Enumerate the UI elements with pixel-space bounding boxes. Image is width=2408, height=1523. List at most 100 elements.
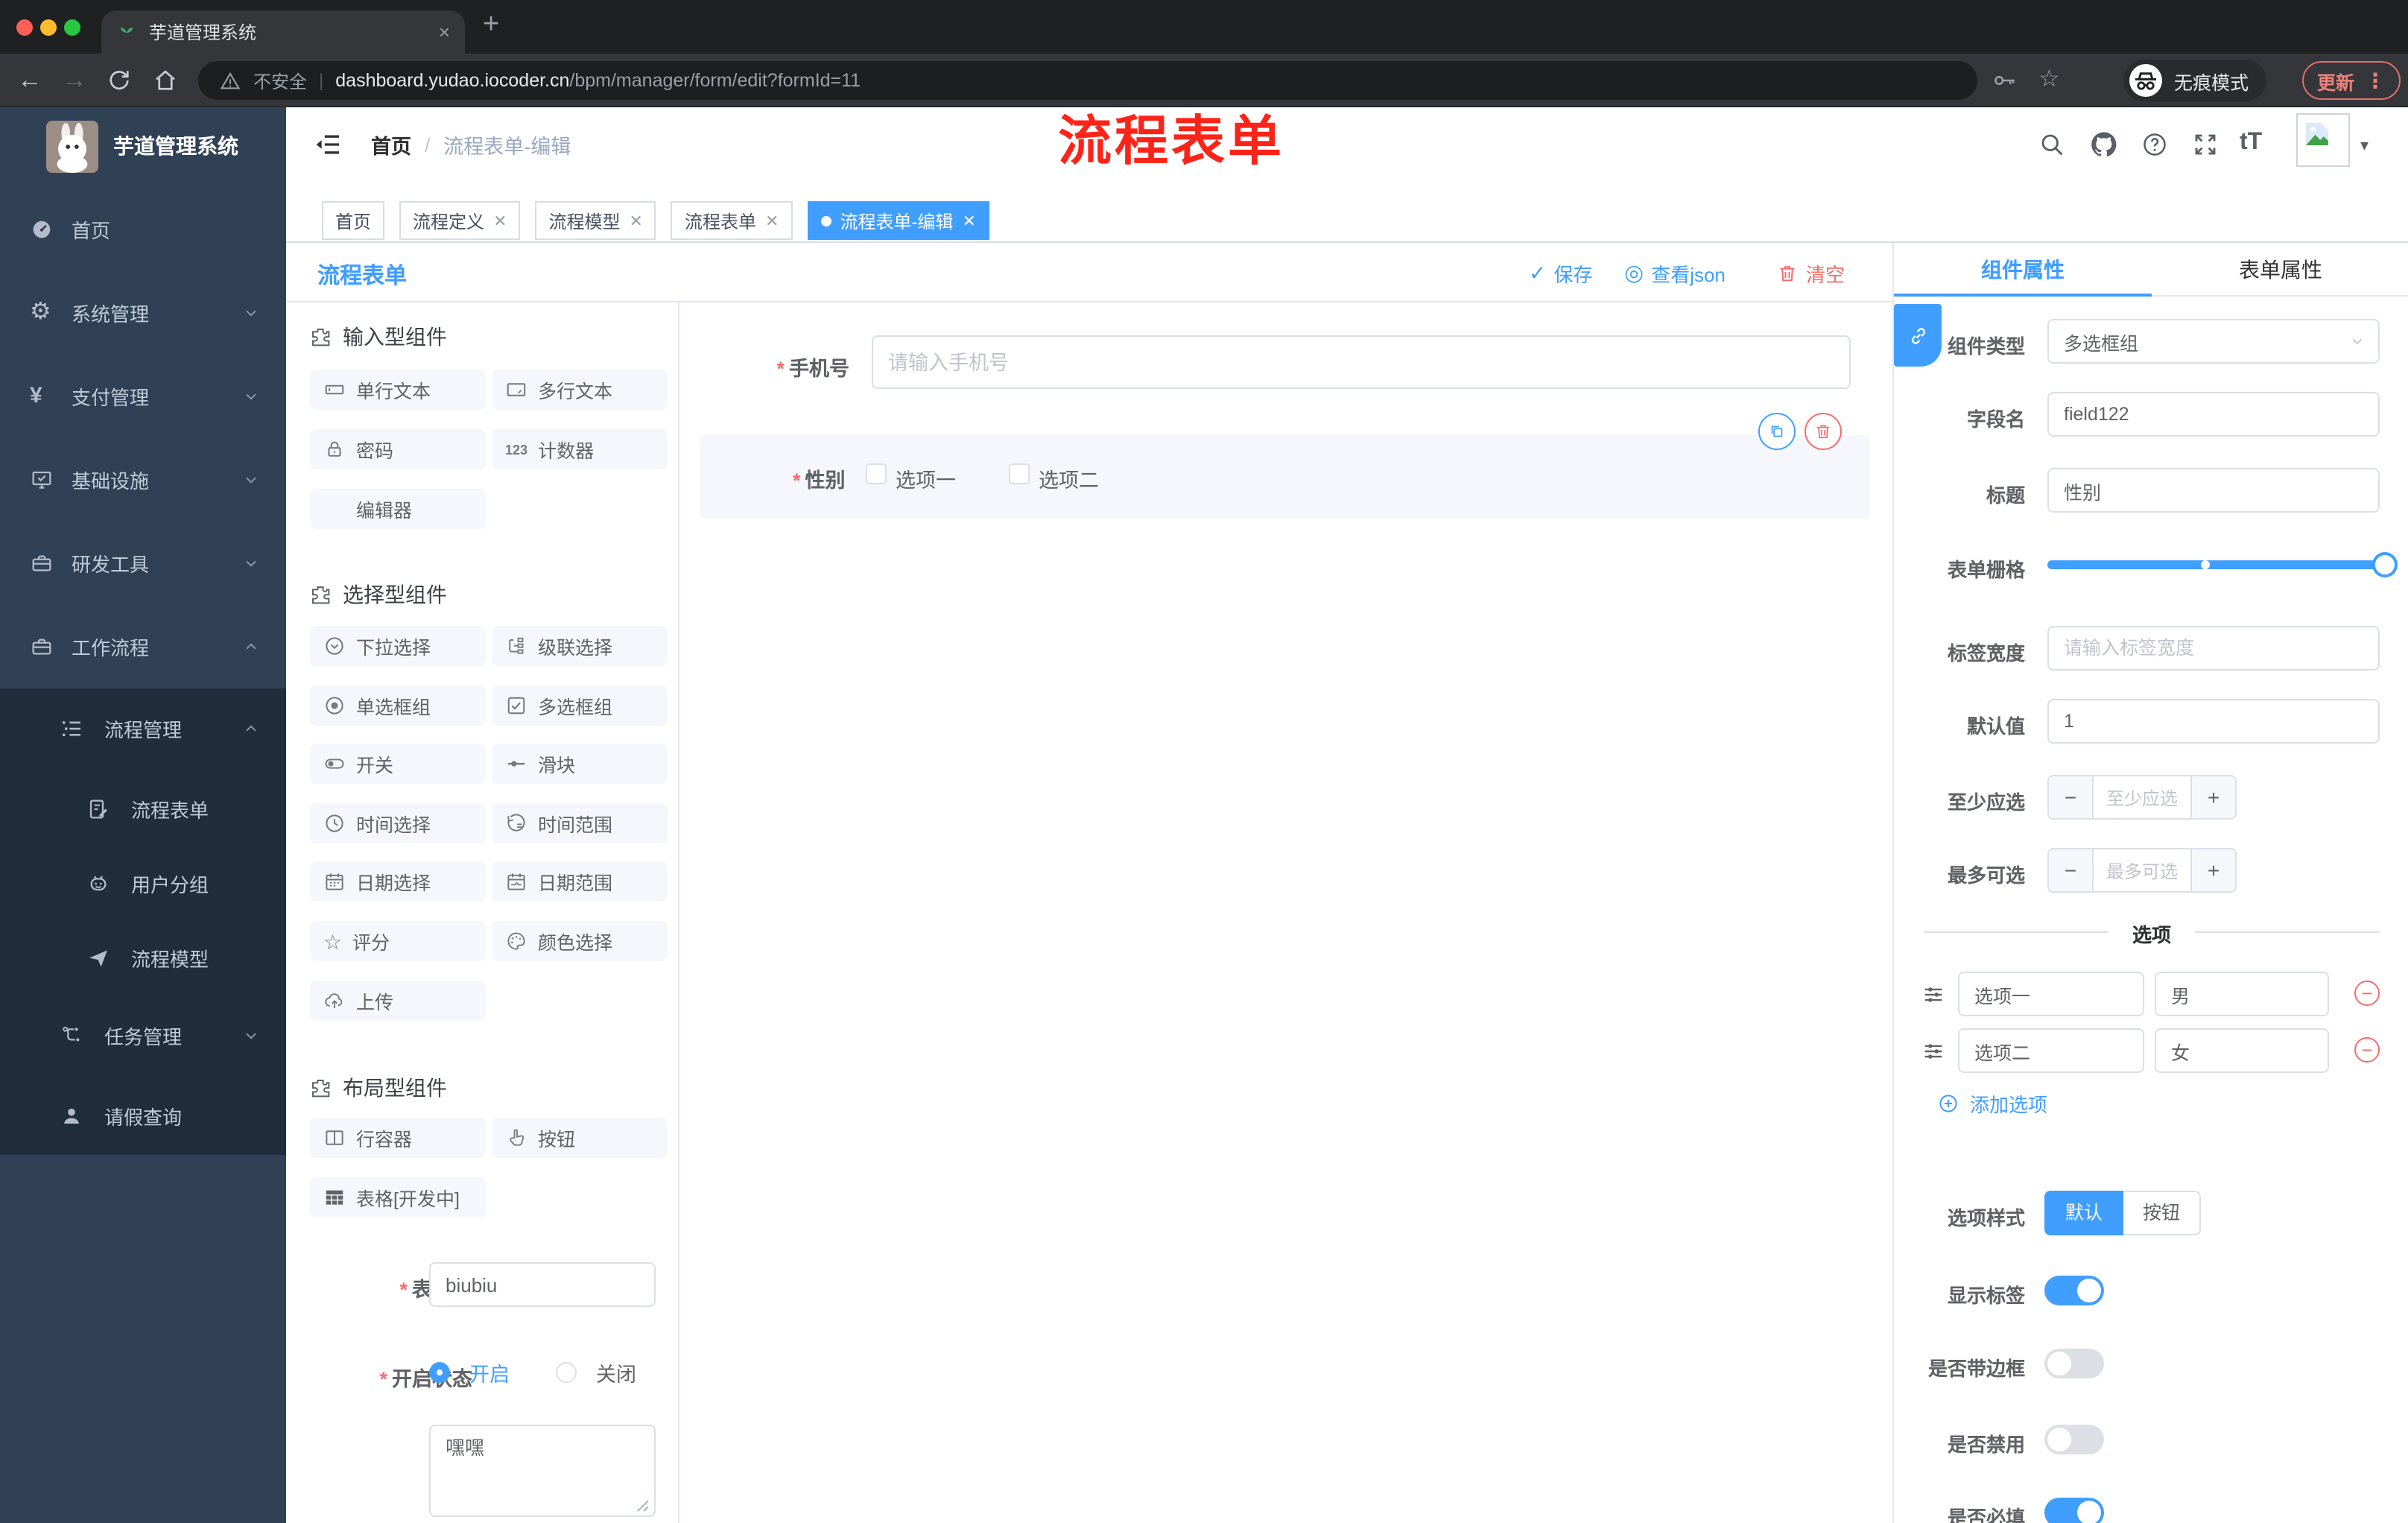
sidebar-item-process-management[interactable]: 流程管理 <box>0 691 286 766</box>
form-name-input[interactable] <box>429 1262 656 1307</box>
stepper-minus-button[interactable]: − <box>2049 849 2092 891</box>
label-width-input[interactable] <box>2047 626 2380 671</box>
sidebar-item-infrastructure[interactable]: 基础设施 <box>0 438 286 522</box>
avatar[interactable] <box>2296 113 2350 167</box>
component-switch[interactable]: 开关 <box>310 744 486 784</box>
tab-close-icon[interactable]: × <box>439 21 450 43</box>
save-button[interactable]: ✓ 保存 <box>1529 243 1593 303</box>
component-date-picker[interactable]: 日期选择 <box>310 861 486 902</box>
component-color-picker[interactable]: 颜色选择 <box>492 921 668 961</box>
title-input[interactable] <box>2047 468 2380 513</box>
address-bar[interactable]: 不安全 | dashboard.yudao.iocoder.cn/bpm/man… <box>198 61 1977 100</box>
option1-value[interactable] <box>2155 972 2329 1016</box>
option2-value[interactable] <box>2155 1028 2329 1073</box>
component-cascader[interactable]: 级联选择 <box>492 626 668 666</box>
reload-icon[interactable] <box>106 67 133 94</box>
tag-close-icon[interactable]: ✕ <box>630 211 643 230</box>
disabled-toggle[interactable] <box>2044 1425 2104 1454</box>
traffic-close-button[interactable] <box>16 19 33 36</box>
browser-update-button[interactable]: 更新 ⋮ <box>2302 61 2401 100</box>
option2-text-input[interactable] <box>1958 1028 2144 1073</box>
component-time-picker[interactable]: 时间选择 <box>310 803 486 843</box>
component-type-value[interactable] <box>2047 319 2380 364</box>
browser-menu-dots-icon[interactable]: ⋮ <box>2365 68 2386 93</box>
breadcrumb-home[interactable]: 首页 <box>371 130 411 159</box>
back-icon[interactable]: ← <box>12 54 48 107</box>
tag-close-icon[interactable]: ✕ <box>765 211 779 230</box>
component-button[interactable]: 按钮 <box>492 1118 668 1158</box>
min-select-value[interactable]: 至少应选 <box>2092 776 2192 818</box>
sidebar-item-process-form[interactable]: 流程表单 <box>0 772 286 846</box>
with-border-toggle[interactable] <box>2044 1349 2104 1378</box>
gender-option1-label[interactable]: 选项一 <box>896 463 956 493</box>
sidebar-item-leave-query[interactable]: 请假查询 <box>0 1079 286 1153</box>
show-label-toggle[interactable] <box>2044 1276 2104 1305</box>
component-table[interactable]: 表格[开发中] <box>310 1177 486 1218</box>
tag-close-icon[interactable]: ✕ <box>962 211 975 230</box>
style-default-button[interactable]: 默认 <box>2044 1191 2124 1235</box>
add-option-button[interactable]: 添加选项 <box>1937 1089 2047 1118</box>
tag-close-icon[interactable]: ✕ <box>493 211 507 230</box>
tag-process-model[interactable]: 流程模型 ✕ <box>535 201 656 240</box>
gender-option2-label[interactable]: 选项二 <box>1039 463 1099 493</box>
bookmark-star-icon[interactable]: ☆ <box>2038 64 2060 94</box>
status-off-radio[interactable] <box>556 1362 577 1383</box>
browser-tab[interactable]: 芋道管理系统 × <box>101 10 465 54</box>
option2-value-input[interactable] <box>2155 1028 2329 1073</box>
home-icon[interactable] <box>152 67 179 94</box>
form-remark-textarea[interactable]: 嘿嘿 <box>429 1425 656 1517</box>
max-select-value[interactable]: 最多可选 <box>2092 849 2192 891</box>
component-select[interactable]: 下拉选择 <box>310 626 486 666</box>
option1-text-input[interactable] <box>1958 972 2144 1016</box>
drag-handle-icon[interactable] <box>1921 982 1946 1007</box>
sidebar-item-process-model[interactable]: 流程模型 <box>0 921 286 995</box>
status-on-label[interactable]: 开启 <box>469 1358 510 1387</box>
copy-component-button[interactable] <box>1758 413 1796 450</box>
component-time-range[interactable]: 时间范围 <box>492 803 668 843</box>
delete-component-button[interactable] <box>1805 413 1842 450</box>
component-multi-line-text[interactable]: 多行文本 <box>492 370 668 410</box>
tag-process-definition[interactable]: 流程定义 ✕ <box>399 201 521 240</box>
new-tab-button[interactable]: + <box>483 9 499 42</box>
stepper-plus-button[interactable]: + <box>2192 849 2235 891</box>
sidebar-item-user-group[interactable]: 用户分组 <box>0 846 286 921</box>
component-type-select[interactable] <box>2047 319 2380 364</box>
stepper-minus-button[interactable]: − <box>2049 776 2092 818</box>
tab-form-props[interactable]: 表单属性 <box>2152 243 2408 297</box>
tab-component-props[interactable]: 组件属性 <box>1894 243 2152 297</box>
option1-text-value[interactable] <box>1958 972 2144 1016</box>
text-size-icon[interactable]: tT <box>2240 130 2262 156</box>
component-upload[interactable]: 上传 <box>310 981 486 1021</box>
grid-slider[interactable] <box>2047 552 2398 577</box>
component-slider[interactable]: 滑块 <box>492 744 668 784</box>
sidebar-item-dev-tools[interactable]: 研发工具 <box>0 522 286 605</box>
component-rate[interactable]: ☆ 评分 <box>310 921 486 961</box>
style-button-button[interactable]: 按钮 <box>2123 1191 2202 1235</box>
default-value-input[interactable] <box>2047 699 2380 744</box>
required-toggle[interactable] <box>2044 1498 2104 1523</box>
status-off-label[interactable]: 关闭 <box>596 1358 636 1387</box>
sidebar-item-payment-management[interactable]: ¥ 支付管理 <box>0 355 286 438</box>
slider-handle[interactable] <box>2372 552 2398 577</box>
traffic-zoom-button[interactable] <box>64 19 80 36</box>
github-icon[interactable] <box>2089 130 2119 159</box>
component-radio-group[interactable]: 单选框组 <box>310 685 486 726</box>
password-key-icon[interactable] <box>1991 67 2018 94</box>
sidebar-item-task-management[interactable]: 任务管理 <box>0 998 286 1073</box>
view-json-button[interactable]: ◎ 查看json <box>1624 243 1726 303</box>
textarea-resize-handle[interactable] <box>635 1498 650 1513</box>
forward-icon[interactable]: → <box>57 54 92 107</box>
phone-input[interactable] <box>872 335 1851 389</box>
remove-option1-button[interactable]: − <box>2354 981 2380 1006</box>
component-row-container[interactable]: 行容器 <box>310 1118 486 1158</box>
sidebar-item-workflow[interactable]: 工作流程 <box>0 605 286 688</box>
field-name-input[interactable] <box>2047 392 2380 437</box>
avatar-caret-down-icon[interactable]: ▾ <box>2360 136 2369 155</box>
status-on-radio[interactable] <box>429 1362 450 1383</box>
tag-process-form-edit[interactable]: 流程表单-编辑 ✕ <box>807 201 989 240</box>
clear-button[interactable]: 清空 <box>1776 243 1845 303</box>
gender-option2-checkbox[interactable] <box>1009 463 1030 484</box>
component-single-line-text[interactable]: 单行文本 <box>310 370 486 410</box>
component-editor[interactable]: 编辑器 <box>310 489 486 529</box>
drag-handle-icon[interactable] <box>1921 1039 1946 1064</box>
